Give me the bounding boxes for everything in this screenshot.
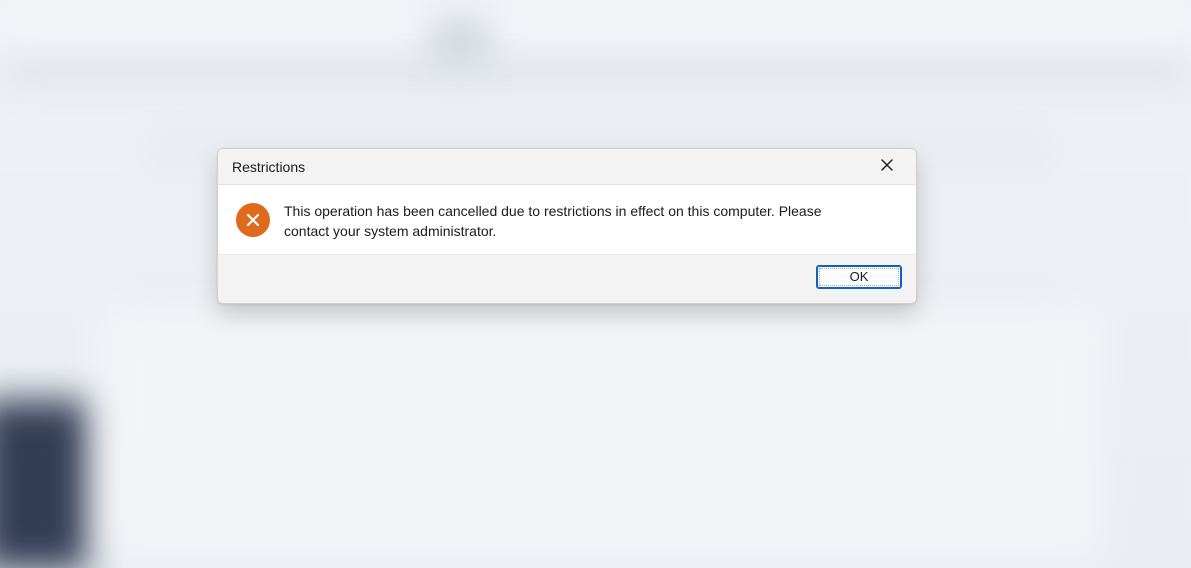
error-icon [236, 203, 270, 237]
dialog-titlebar: Restrictions [218, 149, 916, 185]
close-icon [881, 158, 893, 176]
dialog-title: Restrictions [232, 159, 305, 175]
ok-button[interactable]: OK [816, 265, 902, 289]
dialog-message: This operation has been cancelled due to… [284, 201, 844, 242]
close-button[interactable] [866, 153, 908, 181]
restrictions-dialog: Restrictions This operation has been can… [217, 148, 917, 304]
dialog-content: This operation has been cancelled due to… [218, 185, 916, 255]
dialog-footer: OK [218, 255, 916, 303]
